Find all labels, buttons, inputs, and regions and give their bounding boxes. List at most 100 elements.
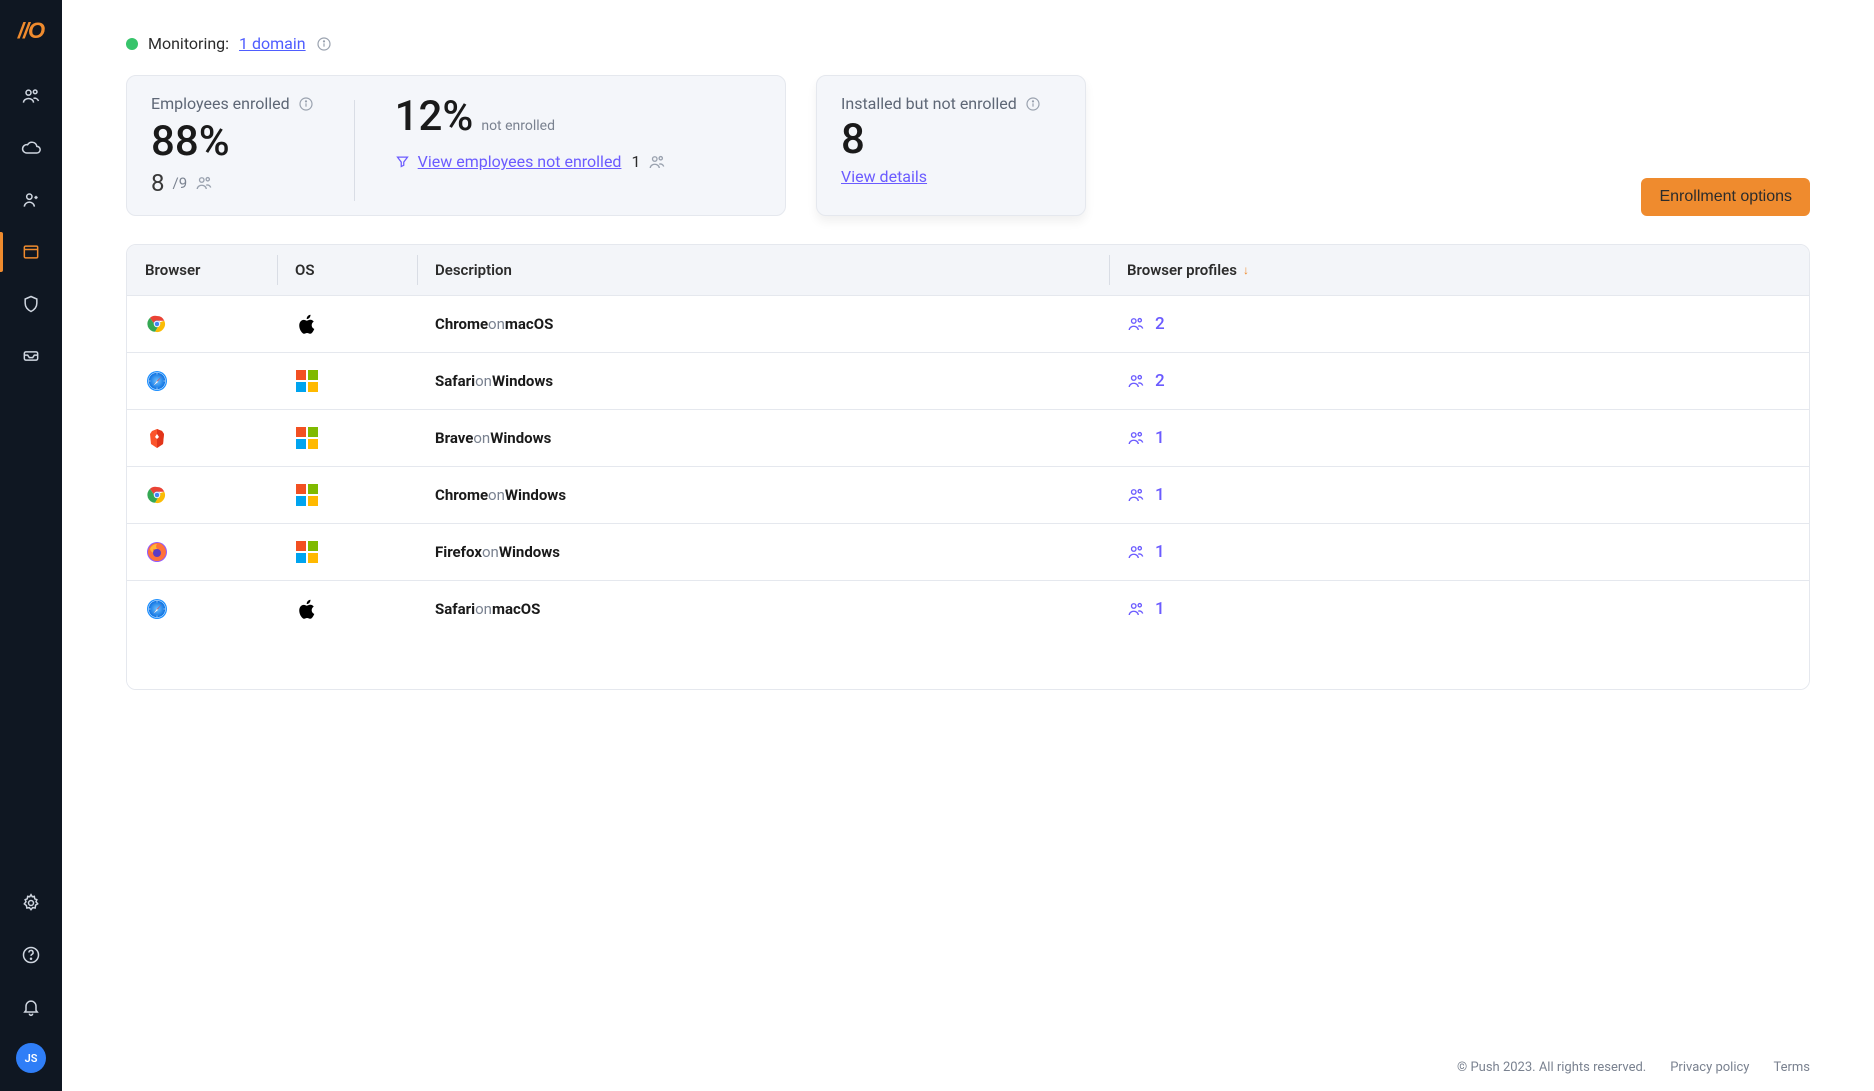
th-browser[interactable]: Browser (127, 245, 277, 295)
table-header: Browser OS Description Browser profiles … (127, 245, 1809, 296)
nav-item-settings[interactable] (0, 877, 62, 929)
view-not-enrolled-link[interactable]: View employees not enrolled (418, 152, 622, 171)
table-body: Chrome on macOS 2 Safari on Windows 2 Br… (127, 296, 1809, 637)
cell-profiles[interactable]: 1 (1109, 581, 1809, 637)
cell-profiles[interactable]: 1 (1109, 410, 1809, 466)
window-icon (21, 242, 41, 262)
profiles-count: 2 (1155, 314, 1165, 334)
info-icon[interactable] (1025, 96, 1041, 112)
enrolled-title: Employees enrolled (151, 94, 290, 113)
nav-item-account[interactable] (0, 174, 62, 226)
desc-os: Windows (490, 429, 551, 447)
summary-cards: Employees enrolled 88% 8 /9 12% not enro… (126, 75, 1810, 216)
domain-link[interactable]: 1 domain (239, 34, 306, 53)
table-row[interactable]: Safari on Windows 2 (127, 353, 1809, 410)
desc-os: Windows (505, 486, 566, 504)
windows-icon (295, 540, 319, 564)
monitoring-status: Monitoring: 1 domain (126, 34, 1810, 53)
cell-browser (127, 467, 277, 523)
footer-privacy-link[interactable]: Privacy policy (1670, 1060, 1749, 1075)
main-content: Monitoring: 1 domain Employees enrolled … (62, 0, 1874, 1091)
th-profiles-label: Browser profiles (1127, 261, 1237, 279)
cell-profiles[interactable]: 1 (1109, 524, 1809, 580)
th-os[interactable]: OS (277, 245, 417, 295)
view-details-link[interactable]: View details (841, 167, 927, 186)
footer-terms-link[interactable]: Terms (1773, 1060, 1810, 1075)
table-row[interactable]: Safari on macOS 1 (127, 581, 1809, 637)
nav-item-security[interactable] (0, 278, 62, 330)
cell-os (277, 296, 417, 352)
chrome-icon (145, 483, 169, 507)
info-icon[interactable] (298, 96, 314, 112)
nav-item-help[interactable] (0, 929, 62, 981)
cell-profiles[interactable]: 2 (1109, 296, 1809, 352)
cell-os (277, 581, 417, 637)
sidebar-bottom-nav (0, 877, 62, 1033)
safari-icon (145, 369, 169, 393)
cell-description: Safari on Windows (417, 353, 1109, 409)
cell-profiles[interactable]: 1 (1109, 467, 1809, 523)
table-row[interactable]: Chrome on macOS 2 (127, 296, 1809, 353)
windows-icon (295, 483, 319, 507)
macos-icon (295, 312, 319, 336)
person-plus-icon (21, 190, 41, 210)
cell-os (277, 524, 417, 580)
nav-item-people[interactable] (0, 70, 62, 122)
brave-icon (145, 426, 169, 450)
cloud-icon (21, 138, 41, 158)
desc-on: on (473, 429, 490, 447)
cell-os (277, 410, 417, 466)
desc-os: Windows (499, 543, 560, 561)
table-row[interactable]: Firefox on Windows 1 (127, 524, 1809, 581)
footer-copyright: © Push 2023. All rights reserved. (1457, 1060, 1646, 1075)
desc-on: on (482, 543, 499, 561)
info-icon[interactable] (316, 36, 332, 52)
shield-icon (21, 294, 41, 314)
desc-os: Windows (492, 372, 553, 390)
people-icon (648, 153, 666, 171)
desc-browser: Chrome (435, 486, 488, 504)
profiles-count: 1 (1155, 542, 1165, 562)
profiles-count: 1 (1155, 428, 1165, 448)
cell-description: Firefox on Windows (417, 524, 1109, 580)
cell-os (277, 353, 417, 409)
desc-browser: Safari (435, 372, 475, 390)
desc-on: on (475, 372, 492, 390)
installed-count: 8 (841, 117, 1061, 163)
cell-browser (127, 581, 277, 637)
th-profiles[interactable]: Browser profiles ↓ (1109, 245, 1809, 295)
user-avatar[interactable]: JS (16, 1043, 46, 1073)
not-enrolled-label: not enrolled (481, 118, 555, 134)
cell-browser (127, 410, 277, 466)
installed-not-enrolled-card: Installed but not enrolled 8 View detail… (816, 75, 1086, 216)
cell-description: Safari on macOS (417, 581, 1109, 637)
table-row[interactable]: Brave on Windows 1 (127, 410, 1809, 467)
employees-enrolled-card: Employees enrolled 88% 8 /9 12% not enro… (126, 75, 786, 216)
nav-item-browsers[interactable] (0, 226, 62, 278)
cell-browser (127, 524, 277, 580)
windows-icon (295, 369, 319, 393)
nav-item-inbox[interactable] (0, 330, 62, 382)
nav-item-notifications[interactable] (0, 981, 62, 1033)
desc-browser: Brave (435, 429, 473, 447)
app-logo: //O (18, 18, 44, 44)
desc-os: macOS (492, 600, 540, 618)
cell-browser (127, 353, 277, 409)
macos-icon (295, 597, 319, 621)
cell-profiles[interactable]: 2 (1109, 353, 1809, 409)
gear-icon (21, 893, 41, 913)
profiles-count: 1 (1155, 599, 1165, 619)
enrollment-options-button[interactable]: Enrollment options (1641, 178, 1810, 216)
nav-item-cloud[interactable] (0, 122, 62, 174)
table-row[interactable]: Chrome on Windows 1 (127, 467, 1809, 524)
inbox-icon (21, 346, 41, 366)
desc-browser: Safari (435, 600, 475, 618)
profiles-count: 2 (1155, 371, 1165, 391)
profiles-count: 1 (1155, 485, 1165, 505)
page-footer: © Push 2023. All rights reserved. Privac… (126, 1042, 1810, 1081)
monitoring-label: Monitoring: (148, 34, 229, 53)
table-footer (127, 637, 1809, 689)
th-description[interactable]: Description (417, 245, 1109, 295)
filter-icon (395, 154, 410, 169)
sort-desc-icon: ↓ (1243, 263, 1249, 277)
